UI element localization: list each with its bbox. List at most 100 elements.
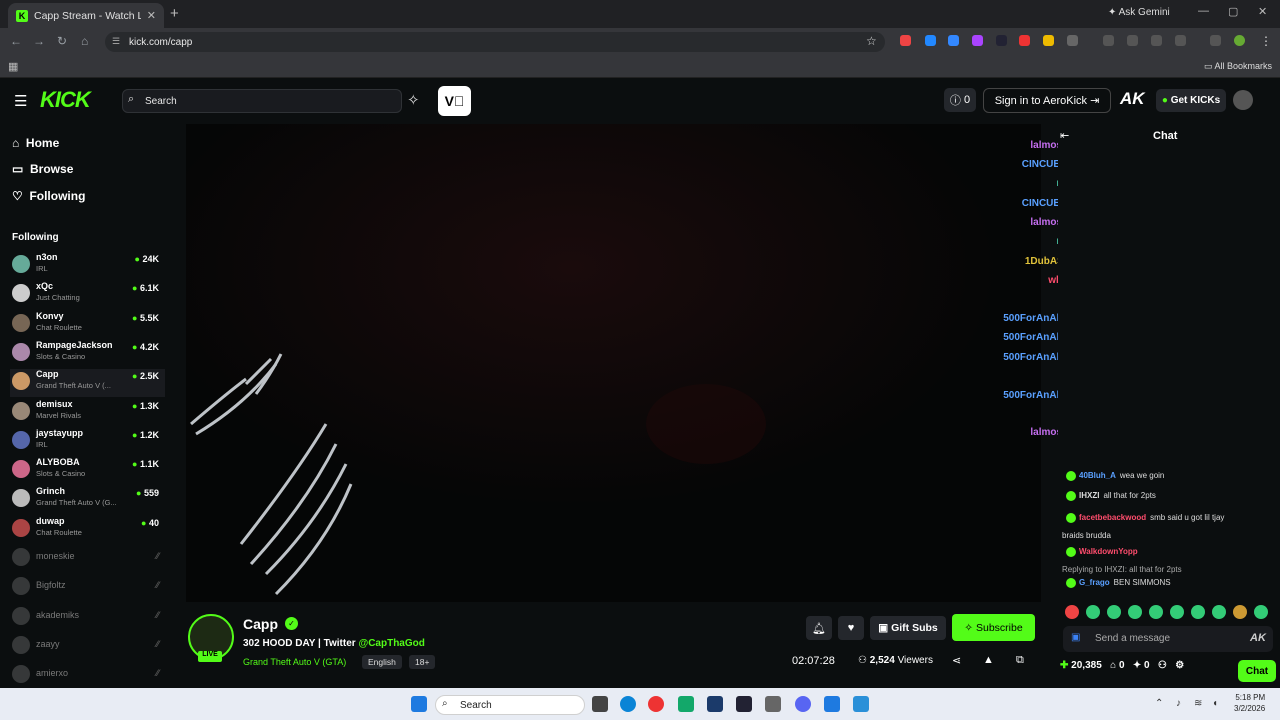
ask-gemini-button[interactable]: ✦ Ask Gemini bbox=[1108, 7, 1170, 18]
aerokick-chat-icon[interactable]: AK bbox=[1250, 632, 1266, 644]
emote-icon[interactable] bbox=[1128, 605, 1142, 619]
emote-bar[interactable] bbox=[1065, 605, 1277, 619]
extension-icon[interactable] bbox=[948, 35, 959, 46]
sidebar-channel[interactable]: Capp Grand Theft Auto V (... ● 2.5K bbox=[10, 369, 165, 398]
emote-icon[interactable] bbox=[1107, 605, 1121, 619]
share-icon[interactable]: ⋖ bbox=[952, 654, 961, 667]
streamer-name[interactable]: Capp bbox=[243, 616, 278, 632]
sparkle-icon[interactable]: ✧ bbox=[407, 91, 420, 109]
close-window-icon[interactable]: ✕ bbox=[1258, 5, 1267, 18]
sidebar-channel[interactable]: zaayy ⁄⁄ bbox=[10, 633, 165, 661]
notifications-button[interactable]: ⓘ 0 bbox=[944, 88, 976, 112]
sidebar-item-browse[interactable]: ▭ Browse bbox=[12, 162, 73, 176]
discord-icon[interactable] bbox=[795, 696, 811, 712]
sidebar-channel[interactable]: ALYBOBA Slots & Casino ● 1.1K bbox=[10, 457, 165, 485]
forward-icon[interactable]: → bbox=[33, 34, 45, 48]
app-icon[interactable] bbox=[853, 696, 869, 712]
user-avatar[interactable] bbox=[1233, 90, 1253, 110]
all-bookmarks-button[interactable]: ▭ All Bookmarks bbox=[1204, 61, 1272, 72]
settings-icon[interactable] bbox=[765, 696, 781, 712]
chat-username[interactable]: WalkdownYopp bbox=[1079, 547, 1138, 556]
mic-icon[interactable]: ♪ bbox=[1176, 698, 1181, 709]
stream-category-link[interactable]: Grand Theft Auto V (GTA) bbox=[243, 657, 346, 667]
chat-username[interactable]: facetbebackwood bbox=[1079, 513, 1146, 522]
sidebar-channel[interactable]: Bigfoltz ⁄⁄ bbox=[10, 574, 165, 602]
search-input[interactable]: Search bbox=[122, 89, 402, 113]
wifi-icon[interactable]: ≋ bbox=[1194, 698, 1202, 709]
sidebar-channel[interactable]: amierxo ⁄⁄ bbox=[10, 662, 165, 690]
sidebar-channel[interactable]: Grinch Grand Theft Auto V (G... ● 559 bbox=[10, 486, 165, 514]
reload-icon[interactable]: ↻ bbox=[57, 34, 67, 48]
extension-icon[interactable] bbox=[996, 35, 1007, 46]
sidebar-item-following[interactable]: ♡ Following bbox=[12, 189, 85, 203]
tag-english[interactable]: English bbox=[362, 655, 402, 669]
toolbar-icon[interactable] bbox=[1103, 35, 1114, 46]
chat-username[interactable]: IHXZI bbox=[1079, 491, 1099, 500]
sidebar-channel[interactable]: Konvy Chat Roulette ● 5.5K bbox=[10, 311, 165, 339]
close-tab-icon[interactable]: ✕ bbox=[147, 9, 156, 22]
bell-icon[interactable]: 🔔︎ bbox=[806, 616, 832, 640]
v-extension-button[interactable]: V⃞ bbox=[438, 86, 471, 116]
taskbar-clock[interactable]: 5:18 PM 3/2/2026 bbox=[1234, 692, 1265, 714]
more-menu-icon[interactable]: ⋮ bbox=[1260, 34, 1272, 48]
signin-aerokick-button[interactable]: Sign in to AeroKick ⇥ bbox=[983, 88, 1111, 113]
sidebar-channel[interactable]: akademiks ⁄⁄ bbox=[10, 604, 165, 632]
sidebar-toggle-icon[interactable] bbox=[1210, 35, 1221, 46]
chat-send-button[interactable]: Chat bbox=[1238, 660, 1276, 682]
volume-icon[interactable]: ◖ bbox=[1212, 698, 1218, 709]
gift-count[interactable]: 0 bbox=[1119, 660, 1125, 671]
site-info-icon[interactable]: ☰ bbox=[112, 36, 120, 47]
link-icon[interactable] bbox=[1127, 35, 1138, 46]
extension-icon[interactable] bbox=[1019, 35, 1030, 46]
sidebar-channel[interactable]: RampageJackson Slots & Casino ● 4.2K bbox=[10, 340, 165, 368]
app-icon[interactable] bbox=[736, 696, 752, 712]
task-view-icon[interactable] bbox=[592, 696, 608, 712]
emote-icon[interactable] bbox=[1191, 605, 1205, 619]
sidebar-channel[interactable]: moneskie ⁄⁄ bbox=[10, 545, 165, 573]
chat-extension-icon[interactable]: ▣ bbox=[1071, 632, 1080, 643]
twitter-handle-link[interactable]: @CapThaGod bbox=[358, 638, 424, 649]
report-icon[interactable]: ▲ bbox=[983, 654, 994, 666]
bookmarks-icon[interactable] bbox=[1151, 35, 1162, 46]
emote-icon[interactable] bbox=[1149, 605, 1163, 619]
gift-subs-button[interactable]: ▣ Gift Subs bbox=[870, 616, 946, 640]
points-count[interactable]: 20,385 bbox=[1071, 660, 1102, 671]
tray-chevron-icon[interactable]: ⌃ bbox=[1155, 698, 1163, 709]
video-player[interactable] bbox=[186, 124, 1041, 602]
minimize-icon[interactable]: — bbox=[1198, 5, 1209, 17]
maximize-icon[interactable]: ▢ bbox=[1228, 5, 1238, 18]
emote-icon[interactable] bbox=[1065, 605, 1079, 619]
tag-18plus[interactable]: 18+ bbox=[409, 655, 436, 669]
browser-tab[interactable]: K Capp Stream - Watch Live ... ✕ bbox=[8, 3, 164, 28]
sidebar-channel[interactable]: duwap Chat Roulette ● 40 bbox=[10, 516, 165, 544]
emote-icon[interactable] bbox=[1212, 605, 1226, 619]
puzzle-icon[interactable] bbox=[1067, 35, 1078, 46]
sidebar-channel[interactable]: demisux Marvel Rivals ● 1.3K bbox=[10, 399, 165, 427]
sidebar-channel[interactable]: jaystayupp IRL ● 1.2K bbox=[10, 428, 165, 456]
emote-icon[interactable] bbox=[1086, 605, 1100, 619]
apps-grid-icon[interactable]: ▦ bbox=[8, 60, 18, 73]
plus-count[interactable]: 0 bbox=[1144, 660, 1150, 671]
download-icon[interactable] bbox=[1175, 35, 1186, 46]
chat-username[interactable]: G_frago bbox=[1079, 578, 1110, 587]
chrome-icon[interactable] bbox=[648, 696, 664, 712]
extension-icon[interactable] bbox=[925, 35, 936, 46]
home-browser-icon[interactable]: ⌂ bbox=[81, 34, 88, 48]
bookmark-star-icon[interactable]: ☆ bbox=[866, 34, 877, 48]
back-icon[interactable]: ← bbox=[10, 34, 22, 48]
edge-icon[interactable] bbox=[620, 696, 636, 712]
chat-message-input[interactable]: Send a message bbox=[1063, 626, 1273, 652]
emote-icon[interactable] bbox=[1233, 605, 1247, 619]
emote-icon[interactable] bbox=[1170, 605, 1184, 619]
emote-icon[interactable] bbox=[1254, 605, 1268, 619]
user-icon[interactable]: ⚇ bbox=[1158, 660, 1167, 671]
aerokick-logo[interactable]: AK bbox=[1120, 89, 1145, 109]
follow-heart-icon[interactable]: ♥ bbox=[838, 616, 864, 640]
windows-start-icon[interactable] bbox=[411, 696, 427, 712]
new-tab-button[interactable]: + bbox=[170, 5, 179, 22]
extension-icon[interactable] bbox=[900, 35, 911, 46]
app-icon[interactable] bbox=[678, 696, 694, 712]
kick-logo[interactable]: KICK bbox=[40, 87, 91, 113]
extension-icon[interactable] bbox=[972, 35, 983, 46]
sidebar-channel[interactable]: xQc Just Chatting ● 6.1K bbox=[10, 281, 165, 309]
